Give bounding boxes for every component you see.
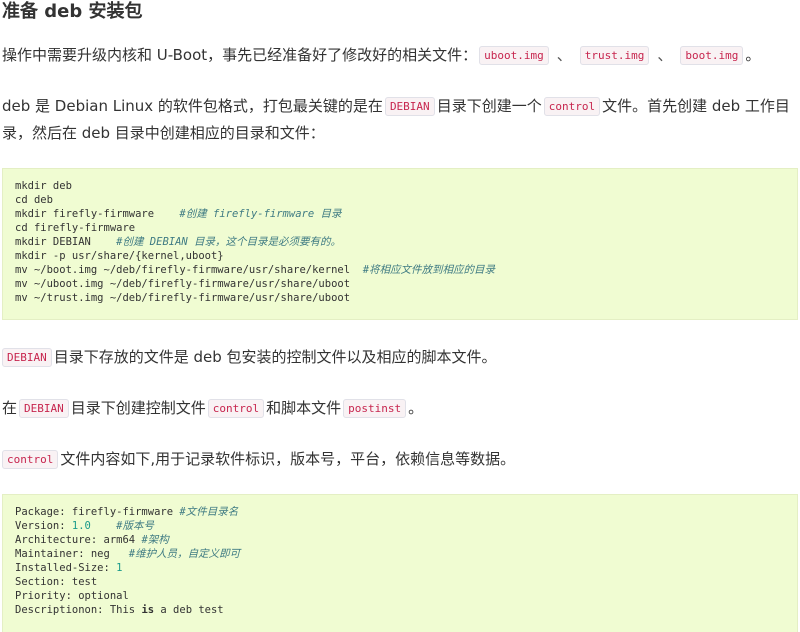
code-line: Version: 1.0 #版本号 bbox=[15, 520, 154, 532]
paragraph-end: 。 bbox=[408, 399, 424, 417]
code-number: 1 bbox=[116, 562, 123, 574]
inline-code-uboot: uboot.img bbox=[479, 46, 549, 65]
code-line: mv ~/trust.img ~/deb/firefly-firmware/us… bbox=[15, 292, 351, 304]
inline-code-debian: DEBIAN bbox=[19, 399, 69, 418]
separator: 、 bbox=[556, 46, 572, 64]
code-line: cd deb bbox=[15, 194, 53, 206]
inline-code-control: control bbox=[543, 97, 601, 116]
code-comment: #创建 firefly-firmware 目录 bbox=[179, 208, 342, 220]
article-page: 准备 deb 安装包 操作中需要升级内核和 U-Boot，事先已经准备好了修改好… bbox=[0, 0, 800, 632]
code-comment: #文件目录名 bbox=[179, 506, 239, 518]
code-block-control: Package: firefly-firmware #文件目录名 Version:… bbox=[2, 494, 798, 632]
paragraph-create-files: 在 DEBIAN 目录下创建控制文件 control 和脚本文件 postinst。 bbox=[2, 395, 423, 422]
inline-code-debian: DEBIAN bbox=[2, 348, 52, 367]
paragraph-deb-intro: deb 是 Debian Linux 的软件包格式，打包最关键的是在 DEBIAN… bbox=[2, 93, 794, 146]
code-line: mkdir DEBIAN #创建 DEBIAN 目录，这个目录是必须要有的。 bbox=[15, 236, 342, 248]
paragraph-text: 和脚本文件 bbox=[266, 399, 342, 417]
code-line: Architecture: arm64 #架构 bbox=[15, 534, 169, 546]
code-line: Priority: optional bbox=[15, 590, 129, 602]
code-line: mv ~/uboot.img ~/deb/firefly-firmware/us… bbox=[15, 278, 351, 290]
paragraph-text: 目录下创建一个 bbox=[436, 97, 542, 115]
code-line: Descriptionon: This is a deb test bbox=[15, 604, 224, 616]
code-keyword: is bbox=[141, 604, 155, 616]
code-line: cd firefly-firmware bbox=[15, 222, 136, 234]
paragraph-text: 文件内容如下,用于记录软件标识，版本号，平台，依赖信息等数据。 bbox=[60, 450, 516, 468]
code-line: mv ~/boot.img ~/deb/firefly-firmware/usr… bbox=[15, 264, 496, 276]
code-line: Package: firefly-firmware #文件目录名 bbox=[15, 506, 239, 518]
paragraph-text: 在 bbox=[2, 399, 18, 417]
inline-code-postinst: postinst bbox=[343, 399, 407, 418]
section-heading: 准备 deb 安装包 bbox=[2, 1, 143, 22]
code-number: 1.0 bbox=[71, 520, 91, 532]
paragraph-text: deb 是 Debian Linux 的软件包格式，打包最关键的是在 bbox=[2, 97, 383, 115]
code-comment: #版本号 bbox=[116, 520, 154, 532]
paragraph-text: 操作中需要升级内核和 U-Boot，事先已经准备好了修改好的相关文件： bbox=[2, 46, 478, 64]
code-block-setup: mkdir deb cd deb mkdir firefly-firmware #创… bbox=[2, 168, 798, 320]
paragraph-debian-dir: DEBIAN 目录下存放的文件是 deb 包安装的控制文件以及相应的脚本文件。 bbox=[2, 344, 497, 371]
code-comment: #将相应文件放到相应的目录 bbox=[362, 264, 496, 276]
separator: 、 bbox=[657, 46, 673, 64]
paragraph-text: 目录下存放的文件是 deb 包安装的控制文件以及相应的脚本文件。 bbox=[53, 348, 497, 366]
code-line: Section: test bbox=[15, 576, 98, 588]
inline-code-boot: boot.img bbox=[680, 46, 744, 65]
paragraph-files: 操作中需要升级内核和 U-Boot，事先已经准备好了修改好的相关文件： uboot… bbox=[2, 42, 760, 69]
code-line: Installed-Size: 1 bbox=[15, 562, 123, 574]
code-line: mkdir -p usr/share/{kernel,uboot} bbox=[15, 250, 224, 262]
inline-code-debian: DEBIAN bbox=[384, 97, 435, 116]
paragraph-end: 。 bbox=[745, 46, 761, 64]
code-comment: #架构 bbox=[141, 534, 169, 546]
inline-code-control: control bbox=[207, 399, 265, 418]
inline-code-trust: trust.img bbox=[579, 46, 650, 65]
inline-code-control: control bbox=[2, 450, 59, 469]
code-line: mkdir deb bbox=[15, 180, 72, 192]
code-comment: #维护人员，自定义即可 bbox=[128, 548, 241, 560]
code-line: mkdir firefly-firmware #创建 firefly-firmw… bbox=[15, 208, 342, 220]
code-line: Maintainer: neg #维护人员，自定义即可 bbox=[15, 548, 241, 560]
paragraph-control-desc: control 文件内容如下,用于记录软件标识，版本号，平台，依赖信息等数据。 bbox=[2, 446, 515, 473]
code-comment: #创建 DEBIAN 目录，这个目录是必须要有的。 bbox=[116, 236, 342, 248]
paragraph-text: 目录下创建控制文件 bbox=[70, 399, 206, 417]
